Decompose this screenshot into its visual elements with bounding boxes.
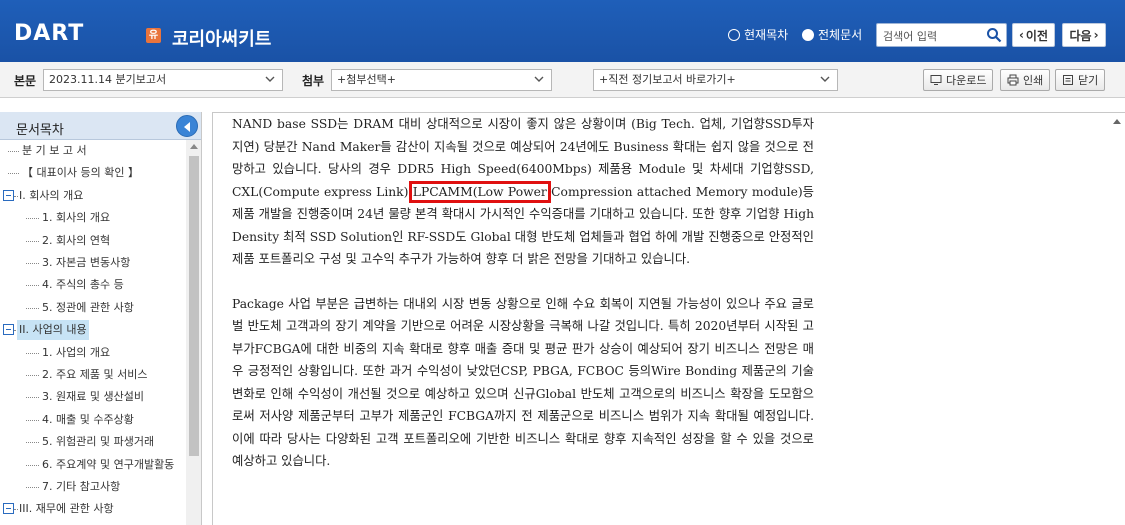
tree-connector bbox=[26, 464, 39, 466]
scroll-up-icon[interactable] bbox=[1113, 119, 1121, 124]
toc-item-label: 1. 회사의 개요 bbox=[42, 211, 111, 225]
next-button[interactable]: 다음 › bbox=[1062, 23, 1106, 47]
toc-item-label: II. 사업의 내용 bbox=[17, 320, 89, 341]
toc-item-label: 6. 주요계약 및 연구개발활동 bbox=[42, 457, 175, 471]
monitor-icon bbox=[930, 75, 942, 85]
toc-item-label: 1. 사업의 개요 bbox=[42, 345, 111, 359]
chevron-right-icon: › bbox=[1093, 28, 1099, 42]
toc-item-label: 3. 자본금 변동사항 bbox=[42, 256, 131, 269]
collapse-node-icon[interactable] bbox=[3, 189, 14, 201]
toc-item-label: III. 재무에 관한 사항 bbox=[19, 502, 114, 516]
tree-connector bbox=[26, 487, 39, 488]
company-type-badge: 유 bbox=[146, 28, 161, 43]
toc-scroll-thumb[interactable] bbox=[189, 156, 199, 456]
print-button[interactable]: 인쇄 bbox=[1000, 69, 1051, 91]
paragraph-package: Package 사업 부분은 급변하는 대내외 시장 변동 상황으로 인해 수요… bbox=[232, 296, 814, 469]
tree-connector bbox=[8, 151, 19, 152]
toc-item-label: I. 회사의 개요 bbox=[19, 188, 84, 202]
toc-sidebar: 문서목차 분 기 보 고 서 【 대표이사 등의 확인 】 I. 회사의 개요 1. … bbox=[0, 112, 202, 525]
collapse-node-icon[interactable] bbox=[3, 503, 14, 515]
attach-select-value: +첨부선택+ bbox=[337, 73, 396, 86]
toc-item-label: 5. 정관에 관한 사항 bbox=[42, 300, 134, 314]
toc-item-label: 5. 위험관리 및 파생거래 bbox=[42, 435, 155, 449]
search-input[interactable]: 검색어 입력 bbox=[876, 23, 1007, 47]
prev-button[interactable]: ‹ 이전 bbox=[1012, 23, 1055, 47]
download-label: 다운로드 bbox=[946, 74, 987, 87]
dart-logo[interactable]: DART bbox=[14, 20, 84, 46]
document-content-pane: NAND base SSD는 DRAM 대비 상대적으로 시장이 좋지 않은 상… bbox=[212, 112, 1125, 525]
prev-label: 이전 bbox=[1025, 28, 1049, 43]
radio-selected-icon[interactable] bbox=[728, 28, 740, 41]
toc-title: 문서목차 bbox=[16, 123, 64, 138]
scroll-up-icon[interactable] bbox=[190, 144, 198, 149]
tree-connector bbox=[26, 352, 39, 354]
download-button[interactable]: 다운로드 bbox=[923, 69, 994, 91]
toc-item-label: 4. 매출 및 수주상황 bbox=[42, 412, 134, 426]
collapse-sidebar-button[interactable] bbox=[176, 115, 198, 137]
tree-connector bbox=[26, 263, 39, 264]
tree-connector bbox=[26, 419, 39, 421]
main-doc-label: 본문 bbox=[14, 74, 37, 88]
search-placeholder: 검색어 입력 bbox=[883, 30, 938, 43]
toc-header: 문서목차 bbox=[0, 112, 201, 140]
toc-item-label: 2. 주요 제품 및 서비스 bbox=[42, 368, 148, 381]
radio-all-label: 전체문서 bbox=[818, 28, 863, 42]
tree-connector bbox=[26, 375, 39, 376]
document-toolbar: 본문 2023.11.14 분기보고서 첨부 +첨부선택+ +직전 정기보고서 … bbox=[0, 62, 1125, 98]
printer-icon bbox=[1007, 74, 1019, 86]
company-name: 코리아써키트 bbox=[172, 29, 272, 50]
paragraph-ssd: NAND base SSD는 DRAM 대비 상대적으로 시장이 좋지 않은 상… bbox=[232, 113, 814, 271]
close-button[interactable]: 닫기 bbox=[1055, 69, 1106, 91]
toc-item-label: 분 기 보 고 서 bbox=[22, 144, 87, 157]
search-icon[interactable] bbox=[986, 27, 1002, 43]
main-doc-select-value: 2023.11.14 분기보고서 bbox=[49, 73, 167, 86]
arrow-left-icon bbox=[184, 122, 190, 132]
logo-text: DART bbox=[14, 20, 85, 46]
radio-unselected-icon[interactable] bbox=[802, 28, 814, 41]
next-label: 다음 bbox=[1069, 28, 1092, 43]
tree-connector bbox=[26, 240, 39, 242]
toc-item-label: 3. 원재료 및 생산설비 bbox=[42, 390, 144, 404]
content-scrollbar[interactable] bbox=[1109, 113, 1125, 525]
top-header: DART 유 코리아써키트 현재목차 전체문서 검색어 입력 ‹ 이전 다음 › bbox=[0, 0, 1125, 62]
toc-item-label: 2. 회사의 연혁 bbox=[42, 233, 111, 247]
chevron-left-icon: ‹ bbox=[1018, 28, 1024, 42]
main-doc-select[interactable]: 2023.11.14 분기보고서 bbox=[43, 69, 283, 91]
collapse-node-icon[interactable] bbox=[3, 324, 14, 336]
attach-select[interactable]: +첨부선택+ bbox=[331, 69, 552, 91]
toc-scrollbar[interactable] bbox=[186, 140, 201, 525]
chevron-down-icon bbox=[820, 76, 830, 82]
radio-current-toc[interactable]: 현재목차 bbox=[728, 26, 788, 43]
document-body: NAND base SSD는 DRAM 대비 상대적으로 시장이 좋지 않은 상… bbox=[232, 113, 814, 495]
highlighted-term: LPCAMM(Low Power bbox=[408, 180, 551, 203]
chevron-down-icon bbox=[265, 76, 275, 82]
recent-report-select-value: +직전 정기보고서 바로가기+ bbox=[599, 73, 736, 86]
print-label: 인쇄 bbox=[1023, 74, 1044, 87]
radio-current-label: 현재목차 bbox=[744, 28, 789, 42]
chevron-down-icon bbox=[534, 76, 544, 82]
attach-label: 첨부 bbox=[302, 74, 325, 88]
tree-connector bbox=[26, 285, 39, 287]
toc-item-label: 4. 주식의 총수 등 bbox=[42, 278, 124, 292]
close-label: 닫기 bbox=[1078, 74, 1099, 87]
tree-connector bbox=[26, 218, 39, 220]
close-doc-icon bbox=[1063, 75, 1073, 85]
toc-item-label: 7. 기타 참고사항 bbox=[42, 480, 121, 493]
radio-all-document[interactable]: 전체문서 bbox=[802, 26, 862, 43]
tree-connector bbox=[26, 442, 39, 444]
recent-report-select[interactable]: +직전 정기보고서 바로가기+ bbox=[593, 69, 838, 91]
tree-connector bbox=[26, 307, 39, 309]
tree-connector bbox=[26, 397, 39, 399]
tree-connector bbox=[8, 173, 19, 175]
toc-item-label: 【 대표이사 등의 확인 】 bbox=[22, 166, 139, 180]
